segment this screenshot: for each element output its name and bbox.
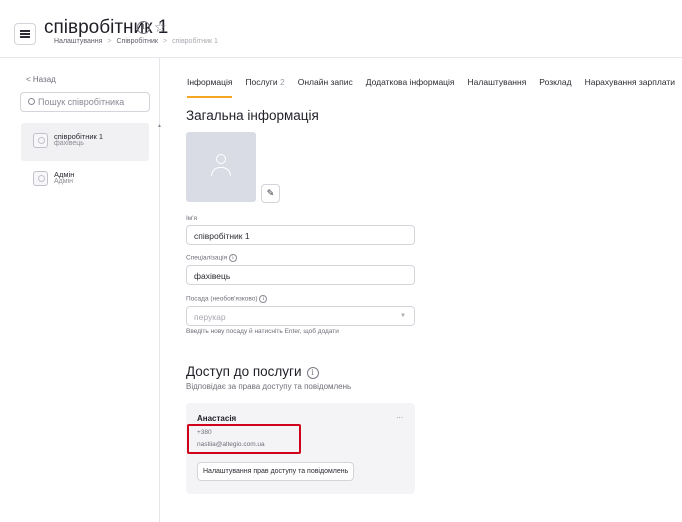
info-icon[interactable]: i — [228, 254, 237, 262]
scroll-up-icon[interactable]: ▲ — [157, 123, 162, 129]
employee-item-1[interactable]: співробітник 1 фахівець — [21, 123, 149, 161]
employee-item-admin[interactable]: Адмін Адмін — [21, 161, 149, 199]
more-options-icon[interactable]: ... — [396, 411, 403, 420]
info-icon[interactable]: i — [259, 295, 268, 303]
breadcrumb-settings[interactable]: Налаштування — [54, 38, 102, 45]
position-select[interactable]: перукар ▼ — [186, 306, 415, 326]
permissions-button[interactable]: Налаштування прав доступу та повідомлень — [197, 462, 355, 481]
employee-role: фахівець — [54, 140, 84, 147]
tab-additional-info[interactable]: Додаткова інформація — [366, 77, 455, 98]
pencil-icon: ✎ — [266, 188, 275, 198]
access-user-name: Анастасія — [197, 414, 237, 423]
specialization-label-text: Спеціалізація — [186, 254, 228, 262]
breadcrumb-separator: > — [163, 38, 168, 45]
avatar-icon — [33, 133, 48, 148]
tab-bar: Інформація Послуги 2 Онлайн запис Додатк… — [187, 77, 682, 98]
employee-role: Адмін — [54, 178, 73, 185]
edit-photo-button[interactable]: ✎ — [261, 184, 280, 203]
page-header: співробітник 1 i ☆ Налаштування > Співро… — [0, 0, 682, 58]
tab-info[interactable]: Інформація — [187, 77, 233, 98]
tab-settings[interactable]: Налаштування — [468, 77, 527, 98]
breadcrumb-employee[interactable]: Співробітник — [116, 38, 158, 45]
breadcrumb-separator: > — [107, 38, 112, 45]
general-info-heading: Загальна інформація — [186, 108, 319, 123]
tab-services-count: 2 — [279, 77, 285, 87]
position-hint: Введіть нову посаду й натисніть Enter, щ… — [186, 328, 339, 335]
access-heading: Доступ до послуги i — [186, 364, 319, 379]
back-link[interactable]: < Назад — [26, 75, 56, 84]
breadcrumb-current: співробітник 1 — [172, 38, 218, 45]
specialization-label: Спеціалізація i — [186, 254, 237, 262]
name-label: Ім'я — [186, 215, 198, 222]
highlight-box — [187, 424, 301, 454]
search-icon — [28, 98, 35, 105]
chevron-down-icon: ▼ — [400, 313, 406, 319]
employee-search-input[interactable]: Пошук співробітника — [20, 92, 150, 112]
tab-services-label: Послуги — [245, 77, 278, 87]
tab-payroll[interactable]: Нарахування зарплати — [585, 77, 675, 98]
access-subtitle: Відповідає за права доступу та повідомле… — [186, 382, 352, 391]
info-icon[interactable]: i — [306, 367, 319, 379]
tab-services[interactable]: Послуги 2 — [245, 77, 284, 98]
person-icon — [211, 154, 231, 180]
chevron-left-icon: < — [26, 75, 31, 84]
access-user-card: Анастасія ... +380 nastiia@altegio.com.u… — [186, 403, 415, 494]
access-heading-text: Доступ до послуги — [186, 364, 302, 379]
name-input[interactable]: співробітник 1 — [186, 225, 415, 245]
avatar-icon — [33, 171, 48, 186]
employee-sidebar: < Назад Пошук співробітника ▲ співробітн… — [0, 58, 162, 522]
star-icon[interactable]: ☆ — [154, 20, 167, 34]
breadcrumb: Налаштування > Співробітник > співробітн… — [54, 38, 218, 45]
back-label: Назад — [32, 75, 56, 84]
menu-button[interactable] — [14, 23, 36, 45]
position-label-text: Посада (необов'язково) — [186, 295, 258, 303]
position-label: Посада (необов'язково) i — [186, 295, 268, 303]
info-icon[interactable]: i — [137, 21, 150, 34]
search-placeholder: Пошук співробітника — [38, 97, 125, 107]
tab-schedule[interactable]: Розклад — [539, 77, 571, 98]
title-actions: i ☆ — [137, 20, 167, 34]
hamburger-icon — [20, 30, 30, 38]
tab-online-booking[interactable]: Онлайн запис — [298, 77, 353, 98]
position-placeholder: перукар — [194, 312, 226, 322]
specialization-input[interactable]: фахівець — [186, 265, 415, 285]
employee-photo[interactable] — [186, 132, 256, 202]
